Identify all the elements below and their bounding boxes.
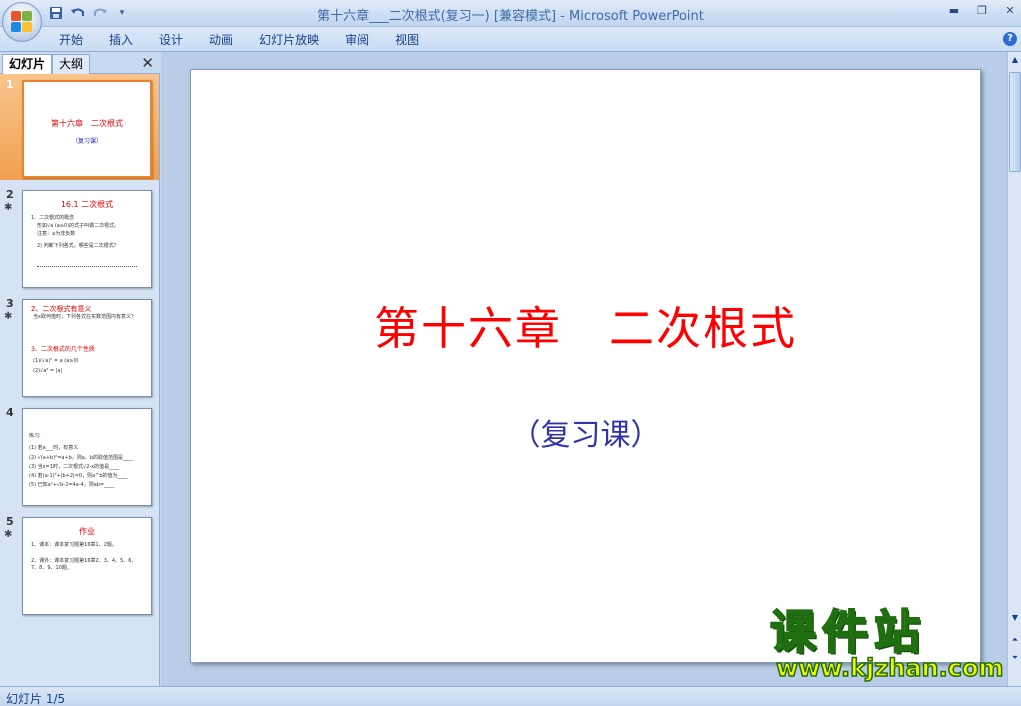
thumb-line: (1) 若a___时，有意义 [29, 445, 79, 451]
slide-number: 1 [6, 78, 14, 91]
thumbnail-preview: 练习: (1) 若a___时，有意义 (2) √(a+b)²=a+b，则a、b的… [22, 408, 152, 506]
tab-view[interactable]: 视图 [382, 31, 432, 49]
watermark-brand: 课件站 [769, 605, 926, 659]
tab-outline[interactable]: 大纲 [52, 54, 91, 74]
office-logo-icon [11, 11, 33, 33]
window-controls: ▬ ❐ ✕ [947, 4, 1017, 18]
watermark-url: www.kjzhan.com [775, 653, 1004, 683]
thumb-line: (3) 当x=1时，二次根式√2-x的值是____ [29, 464, 120, 470]
thumb-formula [37, 259, 137, 267]
ribbon: 开始 插入 设计 动画 幻灯片放映 审阅 视图 ? [0, 27, 1021, 52]
thumb-line: 1、二次根式的概念 [31, 215, 75, 221]
thumb-line: (1)(√a)² = a (a≥0) [33, 358, 79, 364]
slide-canvas[interactable]: 第十六章 二次根式 （复习课） [190, 69, 981, 663]
close-button[interactable]: ✕ [1003, 4, 1017, 18]
window-title: 第十六章___二次根式(复习一) [兼容模式] - Microsoft Powe… [317, 9, 704, 24]
watermark-logo: 课件站 www.kjzhan.com [769, 605, 1004, 686]
slide-thumbnail-1[interactable]: 1 第十六章 二次根式 （复习课） [0, 74, 159, 180]
tab-home[interactable]: 开始 [46, 31, 96, 49]
slide-number: 4 [6, 406, 14, 419]
thumb-subtitle: （复习课） [71, 138, 102, 145]
thumb-line: 注意：a为非负数 [37, 231, 76, 237]
next-slide-icon[interactable]: ⏷ [1009, 652, 1021, 664]
tab-design[interactable]: 设计 [146, 31, 196, 49]
thumbnail-preview: 作业 1、课本：课本复习题第16章1、2题。 2、课外：课本复习题第16章2、3… [22, 517, 152, 615]
thumb-line: (2)√a² = |a| [33, 368, 63, 374]
slide-number: 5 [6, 515, 14, 528]
slide-thumbnail-4[interactable]: 4 练习: (1) 若a___时，有意义 (2) √(a+b)²=a+b，则a、… [0, 402, 159, 508]
previous-slide-icon[interactable]: ⏶ [1009, 634, 1021, 646]
thumb-line: 2、课外：课本复习题第16章2、3、4、5、6、7、8、9、10题。 [31, 558, 137, 571]
thumbnail-preview: 2、二次根式有意义 当x取何值时，下列各式在实数范围内有意义？ 3、二次根式的几… [22, 299, 152, 397]
thumbnail-preview: 16.1 二次根式 1、二次根式的概念 形如√a (a≥0)的式子叫做二次根式。… [22, 190, 152, 288]
tab-animations[interactable]: 动画 [196, 31, 246, 49]
thumb-line: 形如√a (a≥0)的式子叫做二次根式。 [37, 223, 120, 229]
close-pane-icon[interactable]: ✕ [141, 54, 154, 72]
scrollbar-thumb[interactable] [1009, 72, 1021, 172]
thumb-line: (2) √(a+b)²=a+b，则a、b的取值范围是____ [29, 455, 134, 461]
tab-slideshow[interactable]: 幻灯片放映 [246, 31, 332, 49]
thumb-title: 作业 [79, 527, 95, 536]
scroll-down-icon[interactable]: ▼ [1009, 612, 1021, 624]
slide-title[interactable]: 第十六章 二次根式 [191, 292, 980, 357]
tab-insert[interactable]: 插入 [96, 31, 146, 49]
thumb-line: 1、课本：课本复习题第16章1、2题。 [31, 542, 117, 548]
thumb-title: 16.1 二次根式 [60, 200, 114, 209]
help-icon[interactable]: ? [1003, 32, 1017, 46]
thumb-line: 2) 判断下列各式，哪些是二次根式？ [37, 243, 119, 249]
slide-thumbnail-5[interactable]: 5 ✱ 作业 1、课本：课本复习题第16章1、2题。 2、课外：课本复习题第16… [0, 511, 159, 617]
slide-editor: 第十六章 二次根式 （复习课） [161, 52, 1007, 686]
slide-number: 2 [6, 188, 14, 201]
thumb-line: 当x取何值时，下列各式在实数范围内有意义？ [33, 314, 136, 320]
ribbon-tabs: 开始 插入 设计 动画 幻灯片放映 审阅 视图 [46, 31, 432, 49]
slide-thumbnails: 1 第十六章 二次根式 （复习课） 2 ✱ 16.1 二次根式 1、二次根式的概… [0, 74, 159, 686]
thumb-title: 2、二次根式有意义 [31, 305, 92, 313]
thumb-title: 第十六章 二次根式 [51, 119, 123, 128]
tab-review[interactable]: 审阅 [332, 31, 382, 49]
thumb-line: (4) 若(a-1)²+|b+2|=0，则a^b的值为____ [29, 473, 128, 479]
slide-thumbnail-3[interactable]: 3 ✱ 2、二次根式有意义 当x取何值时，下列各式在实数范围内有意义？ 3、二次… [0, 293, 159, 399]
slide-subtitle[interactable]: （复习课） [191, 410, 980, 454]
slides-pane: 幻灯片 大纲 ✕ 1 第十六章 二次根式 （复习课） 2 ✱ 16.1 二次根式… [0, 52, 160, 686]
office-button[interactable] [2, 2, 42, 42]
slide-number: 3 [6, 297, 14, 310]
restore-button[interactable]: ❐ [975, 4, 989, 18]
thumb-line: 练习: [29, 433, 41, 439]
minimize-button[interactable]: ▬ [947, 4, 961, 18]
slide-indicator: 幻灯片 1/5 [6, 692, 66, 706]
thumb-title-2: 3、二次根式的几个性质 [31, 346, 95, 353]
slide-thumbnail-2[interactable]: 2 ✱ 16.1 二次根式 1、二次根式的概念 形如√a (a≥0)的式子叫做二… [0, 184, 159, 290]
vertical-scrollbar[interactable]: ▲ ▼ ⏶ ⏷ [1007, 52, 1021, 686]
thumbnail-preview: 第十六章 二次根式 （复习课） [22, 80, 152, 178]
title-bar: ▾ 第十六章___二次根式(复习一) [兼容模式] - Microsoft Po… [0, 0, 1021, 42]
status-bar: 幻灯片 1/5 [0, 686, 1021, 706]
animation-icon: ✱ [4, 529, 13, 540]
tab-slides[interactable]: 幻灯片 [2, 54, 53, 74]
pane-tabs: 幻灯片 大纲 ✕ [0, 52, 160, 74]
scroll-up-icon[interactable]: ▲ [1009, 54, 1021, 66]
animation-icon: ✱ [4, 311, 13, 322]
thumb-line: (5) 已知a²+√b-2=4a-4，则ab=____ [29, 482, 115, 488]
animation-icon: ✱ [4, 202, 13, 213]
